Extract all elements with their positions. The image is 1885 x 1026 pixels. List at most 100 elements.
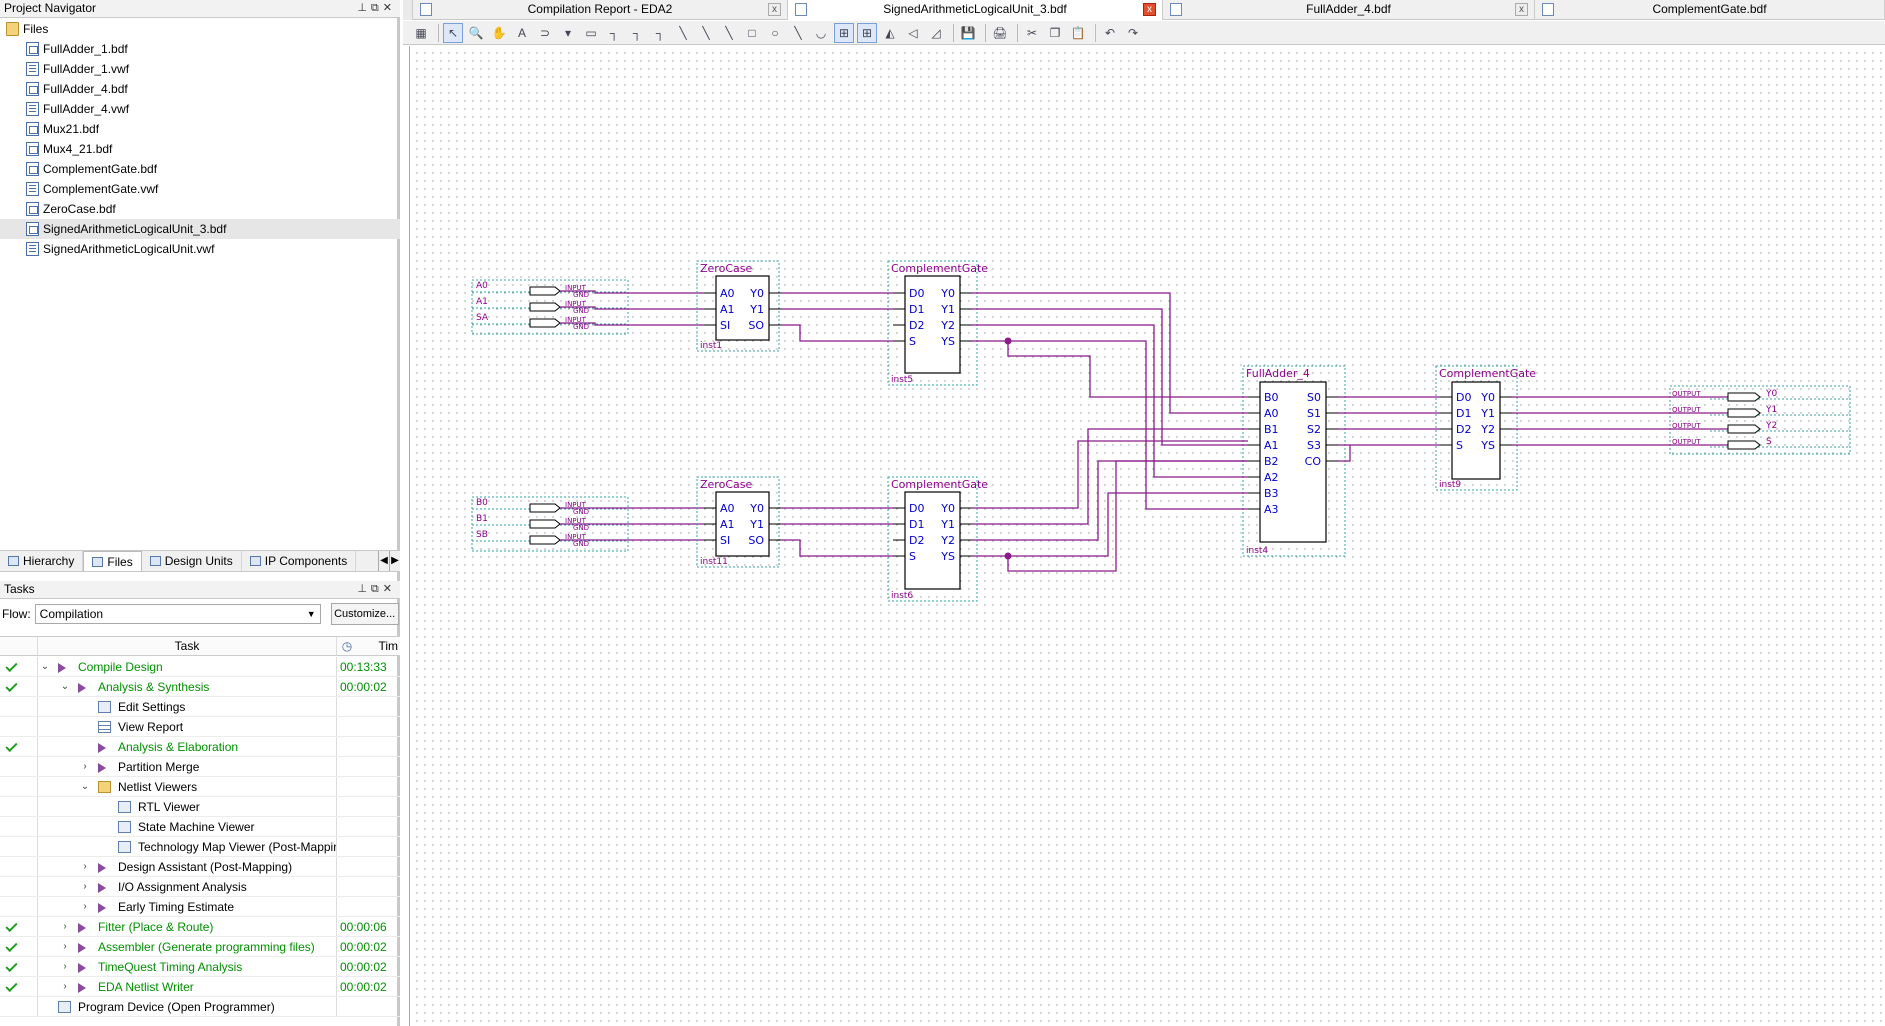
arc-icon[interactable]: ◡: [811, 23, 831, 43]
task-row[interactable]: RTL Viewer: [0, 797, 400, 817]
chevron-right-icon[interactable]: ›: [60, 937, 70, 956]
bdf-file-icon: [26, 42, 39, 56]
tab-hierarchy[interactable]: Hierarchy: [0, 551, 84, 571]
task-row[interactable]: › Partition Merge: [0, 757, 400, 777]
input-pin-name: B0: [476, 498, 488, 508]
line-icon[interactable]: ╲: [788, 23, 808, 43]
file-item[interactable]: SignedArithmeticLogicalUnit_3.bdf: [0, 219, 400, 239]
task-row[interactable]: View Report: [0, 717, 400, 737]
chevron-right-icon[interactable]: ›: [80, 897, 90, 916]
task-name-cell: › Partition Merge: [38, 757, 337, 776]
flip-vertical-icon[interactable]: ◁: [903, 23, 923, 43]
text-tool-icon[interactable]: A: [512, 23, 532, 43]
close-icon[interactable]: x: [1143, 3, 1156, 16]
chevron-down-icon[interactable]: ⌄: [60, 677, 70, 696]
task-row[interactable]: Edit Settings: [0, 697, 400, 717]
task-row[interactable]: Analysis & Elaboration: [0, 737, 400, 757]
copy-icon[interactable]: ❐: [1045, 23, 1065, 43]
tab-scroll[interactable]: [403, 0, 413, 20]
task-row[interactable]: ⌄ Analysis & Synthesis 00:00:02: [0, 677, 400, 697]
pin-label: Y0: [749, 287, 764, 300]
file-name: SignedArithmeticLogicalUnit.vwf: [43, 242, 215, 256]
block-insert-icon[interactable]: ▭: [581, 23, 601, 43]
undo-icon[interactable]: ↶: [1100, 23, 1120, 43]
conduit-tool-icon[interactable]: ╲: [719, 23, 739, 43]
doc-tab[interactable]: SignedArithmeticLogicalUnit_3.bdf x: [788, 0, 1163, 20]
zoom-icon[interactable]: 🔍: [466, 23, 486, 43]
task-row[interactable]: › Design Assistant (Post-Mapping): [0, 857, 400, 877]
task-column-header[interactable]: Task: [38, 637, 337, 655]
chevron-right-icon[interactable]: ›: [80, 757, 90, 776]
orthogonal-node-icon[interactable]: ┐: [604, 23, 624, 43]
file-item[interactable]: ComplementGate.vwf: [0, 179, 400, 199]
chevron-right-icon[interactable]: ›: [60, 917, 70, 936]
customize-button[interactable]: Customize...: [330, 603, 399, 625]
selection-tool-icon[interactable]: ↖: [443, 22, 463, 43]
task-row[interactable]: › Fitter (Place & Route) 00:00:06: [0, 917, 400, 937]
time-column-header[interactable]: Tim: [357, 637, 400, 655]
tree-root-files[interactable]: Files: [0, 19, 400, 39]
tab-design-units[interactable]: Design Units: [142, 551, 242, 571]
tab-ip-components[interactable]: IP Components: [242, 551, 357, 571]
orthogonal-conduit-icon[interactable]: ┐: [650, 23, 670, 43]
cut-icon[interactable]: ✂: [1022, 23, 1042, 43]
task-row[interactable]: › I/O Assignment Analysis: [0, 877, 400, 897]
oval-icon[interactable]: ○: [765, 23, 785, 43]
redo-icon[interactable]: ↷: [1123, 23, 1143, 43]
chevron-left-icon[interactable]: ◀: [378, 551, 389, 571]
symbol-tool-icon[interactable]: ⊃: [535, 23, 555, 43]
task-row[interactable]: › Assembler (Generate programming files) 0…: [0, 937, 400, 957]
doc-tab[interactable]: ComplementGate.bdf: [1535, 0, 1885, 20]
task-row[interactable]: ⌄ Compile Design 00:13:33: [0, 657, 400, 677]
chevron-right-icon[interactable]: ›: [60, 957, 70, 976]
orthogonal-bus-icon[interactable]: ┐: [627, 23, 647, 43]
print-icon[interactable]: 🖨: [990, 23, 1010, 43]
rotate-icon[interactable]: ◿: [926, 23, 946, 43]
chevron-right-icon[interactable]: ›: [80, 857, 90, 876]
dropdown-icon[interactable]: ▾: [558, 23, 578, 43]
task-row[interactable]: ⌄ Netlist Viewers: [0, 777, 400, 797]
file-item[interactable]: ZeroCase.bdf: [0, 199, 400, 219]
file-item[interactable]: FullAdder_1.vwf: [0, 59, 400, 79]
doc-tab[interactable]: FullAdder_4.bdf x: [1163, 0, 1535, 20]
task-row[interactable]: Program Device (Open Programmer): [0, 997, 400, 1017]
instance-name: inst4: [1246, 546, 1268, 556]
file-item[interactable]: FullAdder_4.bdf: [0, 79, 400, 99]
doc-tab[interactable]: Compilation Report - EDA2 x: [413, 0, 788, 20]
panel-controls[interactable]: ⊥⧉✕: [357, 0, 396, 17]
play-icon: [98, 903, 106, 913]
flip-horizontal-icon[interactable]: ◭: [880, 23, 900, 43]
bus-tool-icon[interactable]: ╲: [696, 23, 716, 43]
schematic-canvas[interactable]: A0 INPUT GND A1 INPUT GND SA INPUT GND B0 INPUT GND…: [409, 46, 1885, 1026]
partial-line-icon[interactable]: ⊞: [857, 22, 877, 43]
rectangle-icon[interactable]: □: [742, 23, 762, 43]
node-tool-icon[interactable]: ╲: [673, 23, 693, 43]
file-item[interactable]: Mux4_21.bdf: [0, 139, 400, 159]
chevron-right-icon[interactable]: ▶: [389, 551, 400, 571]
task-row[interactable]: › Early Timing Estimate: [0, 897, 400, 917]
close-icon[interactable]: x: [1515, 3, 1528, 16]
file-item[interactable]: SignedArithmeticLogicalUnit.vwf: [0, 239, 400, 259]
chevron-down-icon[interactable]: ⌄: [80, 777, 90, 796]
flow-select[interactable]: Compilation ▼: [34, 604, 321, 624]
block-tool-icon[interactable]: ▦: [411, 23, 431, 43]
chevron-down-icon[interactable]: ⌄: [40, 657, 50, 676]
file-item[interactable]: Mux21.bdf: [0, 119, 400, 139]
panel-controls[interactable]: ⊥⧉✕: [357, 581, 396, 598]
rubberbanding-icon[interactable]: ⊞: [834, 22, 854, 43]
close-icon[interactable]: x: [768, 3, 781, 16]
task-row[interactable]: Technology Map Viewer (Post-Mapping): [0, 837, 400, 857]
file-item[interactable]: FullAdder_1.bdf: [0, 39, 400, 59]
file-item[interactable]: ComplementGate.bdf: [0, 159, 400, 179]
task-row[interactable]: › EDA Netlist Writer 00:00:02: [0, 977, 400, 997]
chevron-right-icon[interactable]: ›: [60, 977, 70, 996]
tab-files[interactable]: Files: [83, 551, 142, 571]
chevron-right-icon[interactable]: ›: [80, 877, 90, 896]
hand-icon[interactable]: ✋: [489, 23, 509, 43]
save-icon[interactable]: 💾: [958, 23, 978, 43]
paste-icon[interactable]: 📋: [1068, 23, 1088, 43]
task-row[interactable]: › TimeQuest Timing Analysis 00:00:02: [0, 957, 400, 977]
task-row[interactable]: State Machine Viewer: [0, 817, 400, 837]
status-column-header[interactable]: [0, 637, 38, 655]
file-item[interactable]: FullAdder_4.vwf: [0, 99, 400, 119]
